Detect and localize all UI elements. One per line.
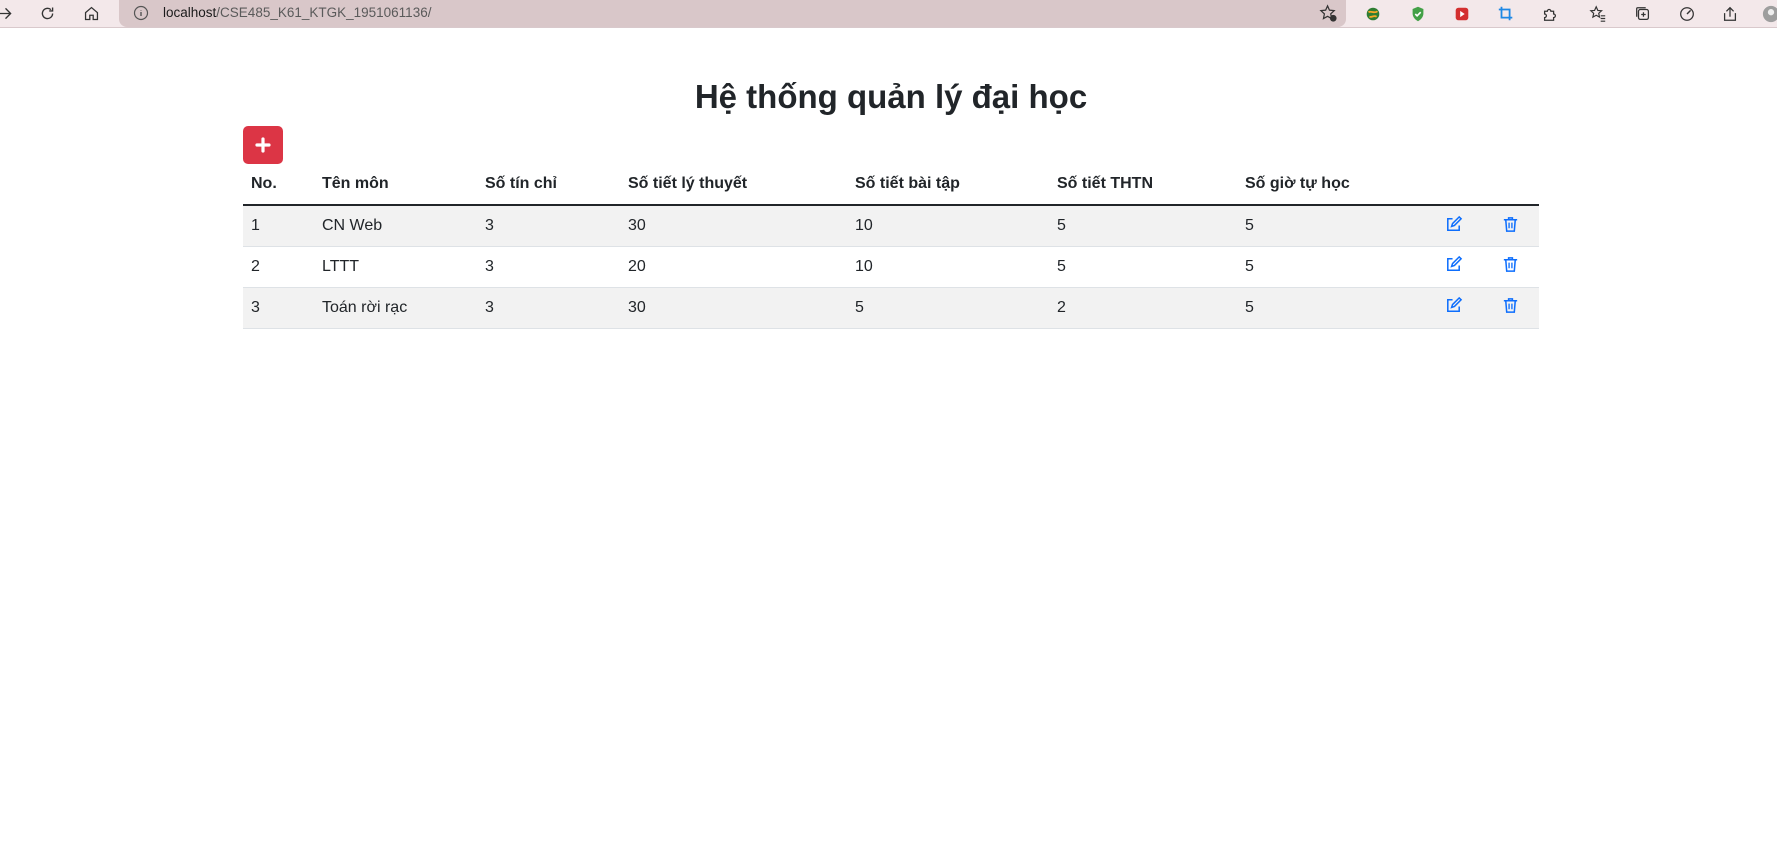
header-so-tiet-thtn: Số tiết THTN (1049, 164, 1237, 206)
cell-so-tiet-bai-tap: 10 (847, 205, 1049, 247)
extension-shield-icon[interactable] (1407, 3, 1429, 25)
cell-so-tin-chi: 3 (477, 287, 620, 329)
cell-so-tin-chi: 3 (477, 246, 620, 288)
browser-toolbar: localhost/CSE485_K61_KTGK_1951061136/ (0, 0, 1777, 28)
trash-icon[interactable] (1500, 213, 1522, 235)
cell-so-gio-tu-hoc: 5 (1237, 287, 1425, 329)
cell-so-tiet-thtn: 5 (1049, 246, 1237, 288)
extension-video-icon[interactable] (1451, 3, 1473, 25)
trash-icon[interactable] (1500, 295, 1522, 317)
edit-icon[interactable] (1443, 295, 1465, 317)
cell-so-gio-tu-hoc: 5 (1237, 205, 1425, 247)
edit-cell (1425, 205, 1482, 247)
header-so-tiet-ly-thuyet: Số tiết lý thuyết (620, 164, 847, 206)
header-so-tin-chi: Số tín chỉ (477, 164, 620, 206)
table-header-row: No. Tên môn Số tín chỉ Số tiết lý thuyết… (243, 164, 1539, 206)
edit-cell (1425, 287, 1482, 329)
cell-so-tiet-ly-thuyet: 30 (620, 205, 847, 247)
edit-cell (1425, 246, 1482, 288)
cell-so-tiet-ly-thuyet: 20 (620, 246, 847, 288)
cell-so-tin-chi: 3 (477, 205, 620, 247)
table-row: 3 Toán rời rạc 3 30 5 2 5 (243, 287, 1539, 329)
cell-ten-mon: Toán rời rạc (314, 287, 477, 329)
cell-ten-mon: CN Web (314, 205, 477, 247)
header-so-tiet-bai-tap: Số tiết bài tập (847, 164, 1049, 206)
favorites-icon[interactable] (1587, 3, 1609, 25)
edit-icon[interactable] (1443, 254, 1465, 276)
header-no: No. (243, 164, 314, 206)
add-course-button[interactable] (243, 126, 283, 164)
collections-icon[interactable] (1632, 3, 1654, 25)
profile-avatar[interactable] (1760, 3, 1777, 25)
trash-icon[interactable] (1500, 254, 1522, 276)
add-favorite-icon[interactable] (1319, 4, 1338, 23)
reload-icon[interactable] (36, 2, 58, 24)
plus-icon (255, 137, 271, 153)
info-icon[interactable] (133, 5, 149, 21)
cell-so-tiet-bai-tap: 5 (847, 287, 1049, 329)
extension-globe-icon[interactable] (1362, 3, 1384, 25)
edit-icon[interactable] (1443, 213, 1465, 235)
address-url[interactable]: localhost/CSE485_K61_KTGK_1951061136/ (163, 5, 431, 20)
cell-so-tiet-thtn: 5 (1049, 205, 1237, 247)
extension-crop-icon[interactable] (1495, 3, 1517, 25)
delete-cell (1482, 205, 1539, 247)
header-ten-mon: Tên môn (314, 164, 477, 206)
share-icon[interactable] (1719, 3, 1741, 25)
extensions-puzzle-icon[interactable] (1539, 3, 1561, 25)
url-path: /CSE485_K61_KTGK_1951061136/ (216, 5, 432, 20)
cell-no: 2 (243, 246, 314, 288)
table-row: 1 CN Web 3 30 10 5 5 (243, 205, 1539, 247)
header-so-gio-tu-hoc: Số giờ tự học (1237, 164, 1425, 206)
address-bar[interactable]: localhost/CSE485_K61_KTGK_1951061136/ (119, 0, 1346, 27)
cell-no: 1 (243, 205, 314, 247)
url-host: localhost (163, 5, 217, 20)
cell-so-tiet-ly-thuyet: 30 (620, 287, 847, 329)
header-edit (1425, 164, 1482, 206)
table-row: 2 LTTT 3 20 10 5 5 (243, 246, 1539, 288)
course-table: No. Tên môn Số tín chỉ Số tiết lý thuyết… (243, 164, 1539, 329)
delete-cell (1482, 246, 1539, 288)
cell-ten-mon: LTTT (314, 246, 477, 288)
header-delete (1482, 164, 1539, 206)
delete-cell (1482, 287, 1539, 329)
forward-icon[interactable] (0, 2, 16, 24)
cell-so-tiet-bai-tap: 10 (847, 246, 1049, 288)
performance-icon[interactable] (1676, 3, 1698, 25)
cell-no: 3 (243, 287, 314, 329)
home-icon[interactable] (80, 2, 102, 24)
cell-so-gio-tu-hoc: 5 (1237, 246, 1425, 288)
cell-so-tiet-thtn: 2 (1049, 287, 1237, 329)
page-title: Hệ thống quản lý đại học (694, 78, 1088, 115)
